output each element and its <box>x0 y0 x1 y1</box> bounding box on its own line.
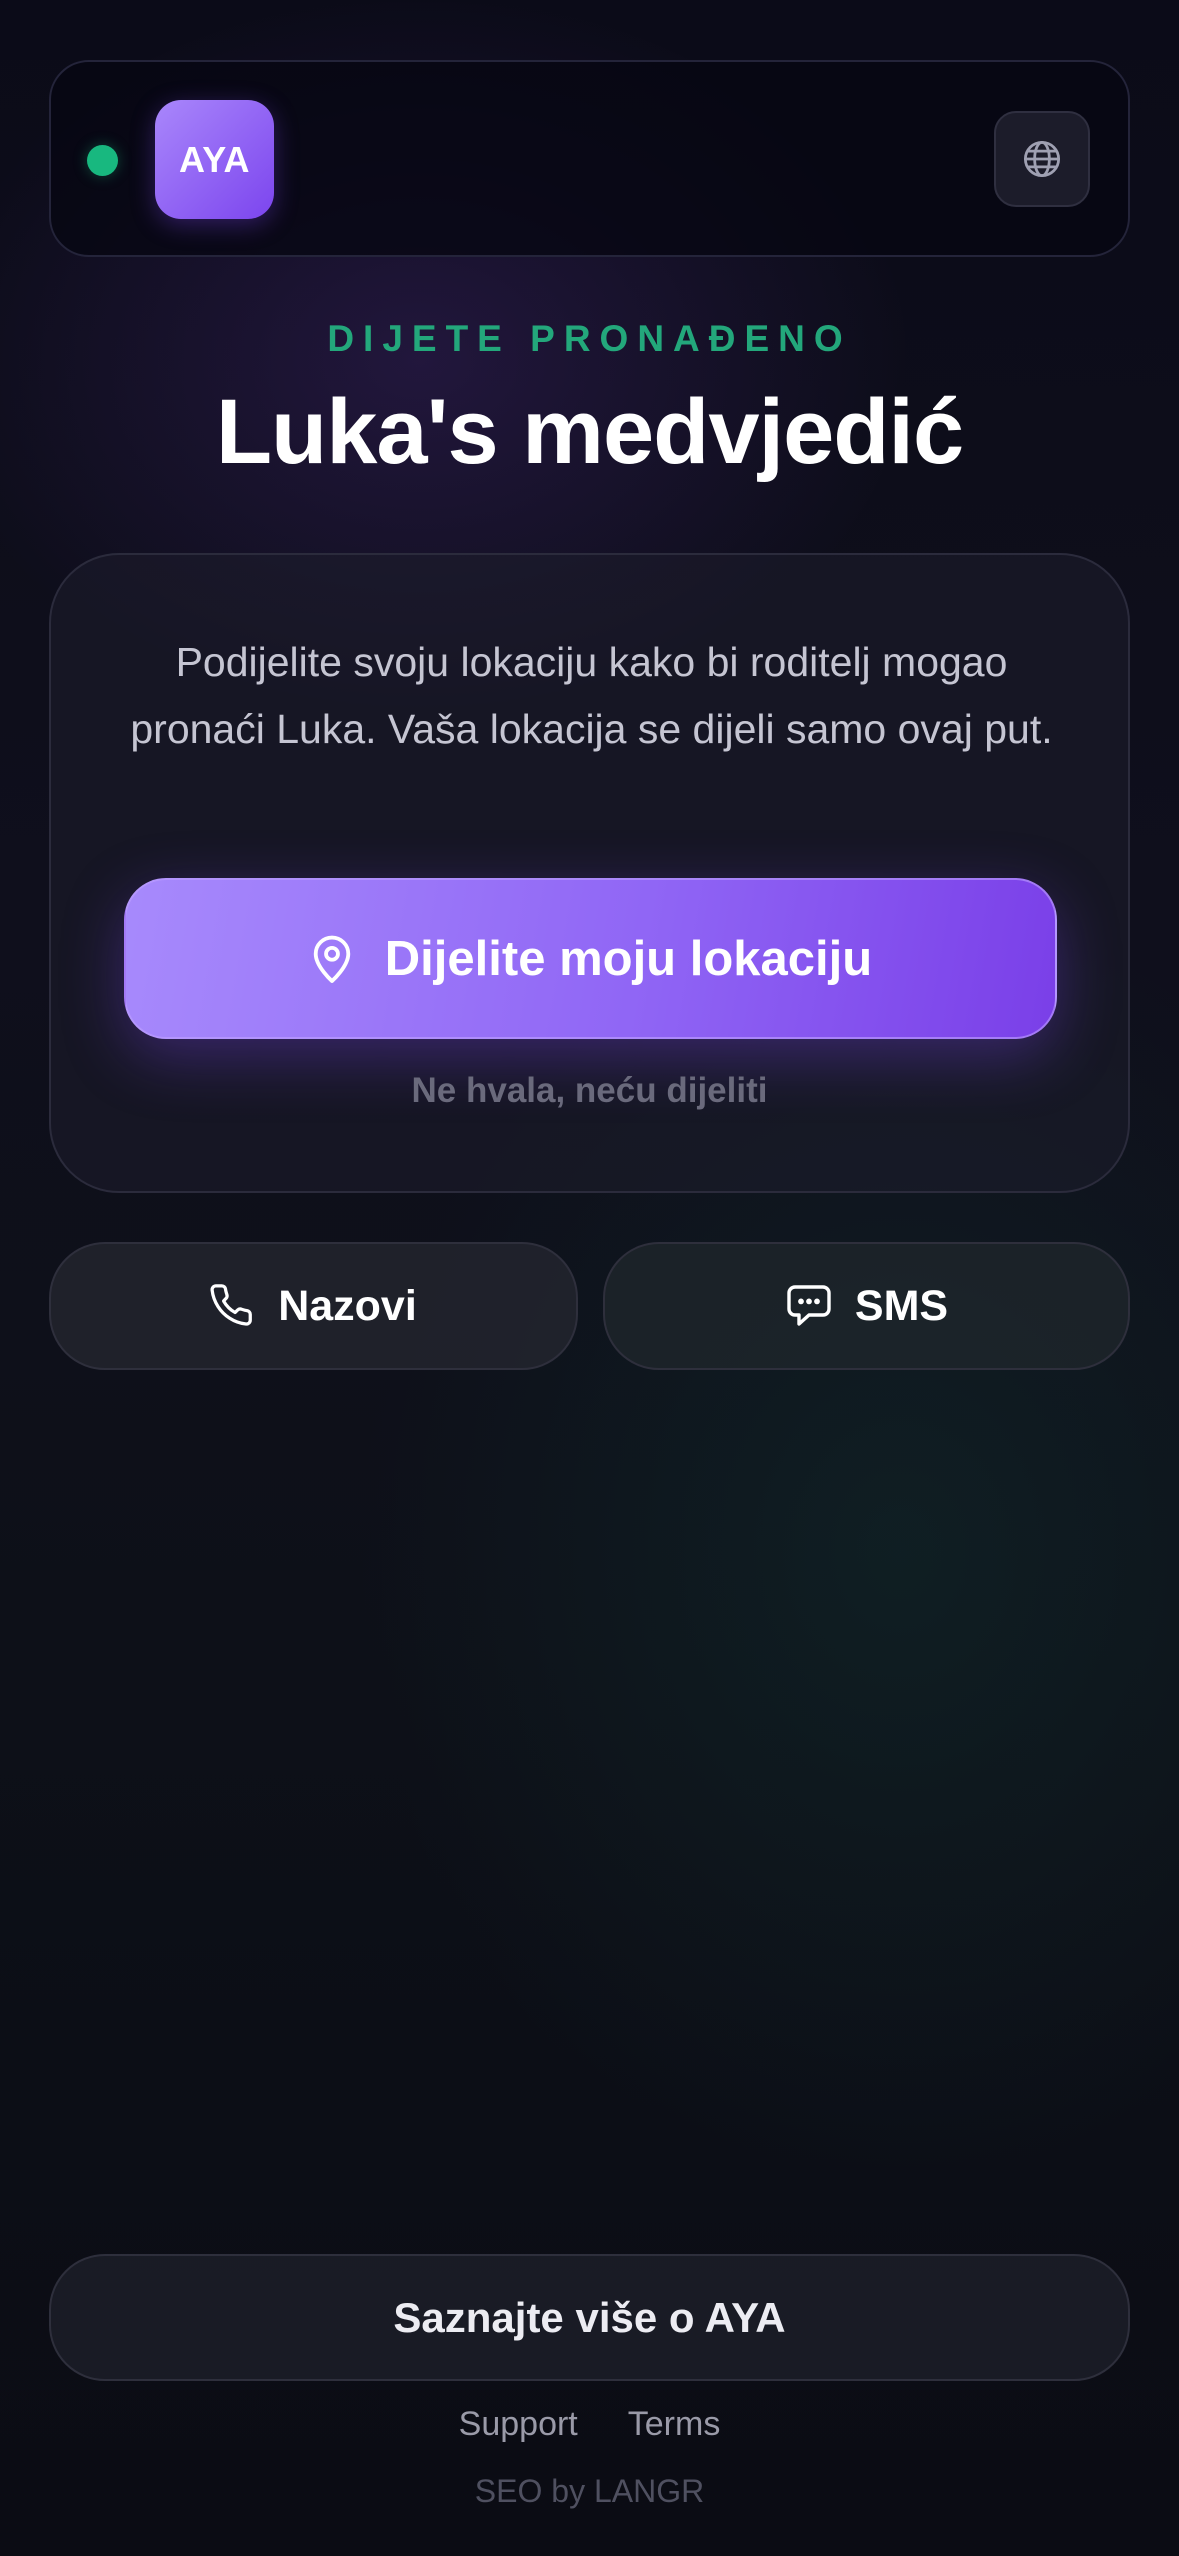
child-found-eyebrow: DIJETE PRONAĐENO <box>327 318 852 359</box>
share-description: Podijelite svoju lokaciju kako bi rodite… <box>130 639 1053 752</box>
share-location-label: Dijelite moju lokaciju <box>384 931 873 986</box>
call-label: Nazovi <box>278 1281 417 1330</box>
footer-links: Support Terms <box>0 2405 1179 2444</box>
seo-credit: SEO by LANGR <box>474 2473 705 2509</box>
aya-logo: AYA <box>155 100 274 219</box>
share-location-button[interactable]: Dijelite moju lokaciju <box>124 878 1057 1039</box>
chat-bubble-icon <box>787 1285 831 1326</box>
globe-icon <box>1023 140 1061 178</box>
header-bar: AYA <box>49 60 1130 257</box>
sms-button[interactable]: SMS <box>603 1242 1130 1370</box>
call-button[interactable]: Nazovi <box>49 1242 578 1370</box>
language-button[interactable] <box>994 111 1090 207</box>
phone-icon <box>210 1284 253 1326</box>
status-indicator-dot <box>87 145 118 176</box>
support-link[interactable]: Support <box>459 2405 578 2444</box>
location-pin-icon <box>313 935 351 983</box>
sms-label: SMS <box>854 1281 949 1330</box>
learn-more-button[interactable]: Saznajte više o AYA <box>49 2254 1130 2381</box>
terms-link[interactable]: Terms <box>628 2405 721 2444</box>
page-title: Luka's medvjedić <box>215 381 964 483</box>
decline-share-link[interactable]: Ne hvala, neću dijeliti <box>0 1071 1179 1111</box>
